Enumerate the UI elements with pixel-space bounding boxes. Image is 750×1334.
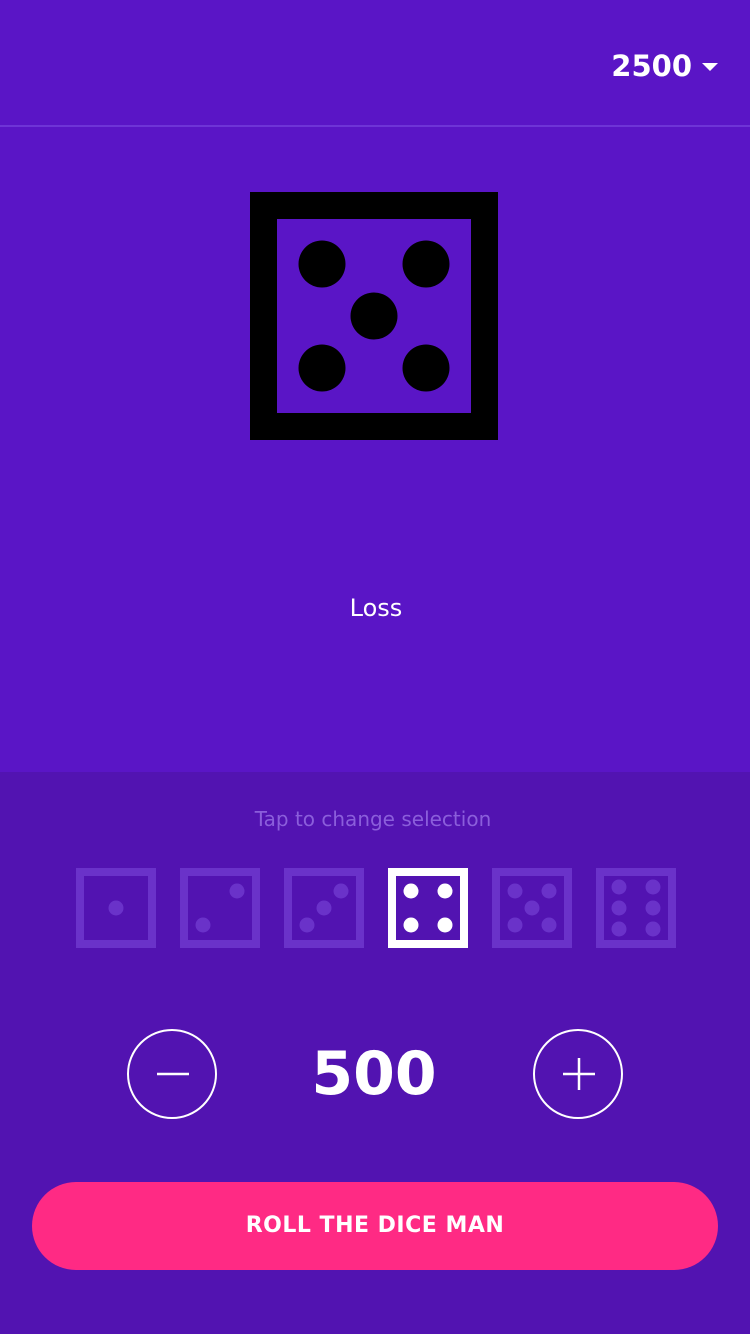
die-six-icon [596, 868, 676, 948]
balance-selector[interactable]: 2500 [611, 44, 718, 88]
die-four-icon [388, 868, 468, 948]
selection-hint: Tap to change selection [254, 807, 492, 831]
balance-value: 2500 [611, 49, 692, 83]
dice-selection-row [0, 868, 750, 948]
dice-game-screen: 2500 Loss Tap to change selection 500 RO… [0, 0, 750, 1334]
die-two-icon [180, 868, 260, 948]
bet-amount: 500 [311, 1039, 437, 1109]
die-option-6[interactable] [596, 868, 676, 948]
chevron-down-icon [702, 63, 718, 71]
die-one-icon [76, 868, 156, 948]
header: 2500 [0, 0, 750, 127]
die-five-icon [492, 868, 572, 948]
roll-dice-button[interactable]: ROLL THE DICE MAN [32, 1182, 718, 1270]
die-option-2[interactable] [180, 868, 260, 948]
die-three-icon [284, 868, 364, 948]
increase-bet-button[interactable] [533, 1029, 623, 1119]
result-die-five-icon [250, 192, 498, 440]
plus-icon [563, 1058, 595, 1090]
minus-icon [157, 1072, 189, 1076]
die-option-3[interactable] [284, 868, 364, 948]
result-label: Loss [349, 594, 403, 622]
bet-panel: Tap to change selection 500 ROLL THE DIC… [0, 772, 750, 1334]
die-option-5[interactable] [492, 868, 572, 948]
die-option-4[interactable] [388, 868, 468, 948]
decrease-bet-button[interactable] [127, 1029, 217, 1119]
die-option-1[interactable] [76, 868, 156, 948]
